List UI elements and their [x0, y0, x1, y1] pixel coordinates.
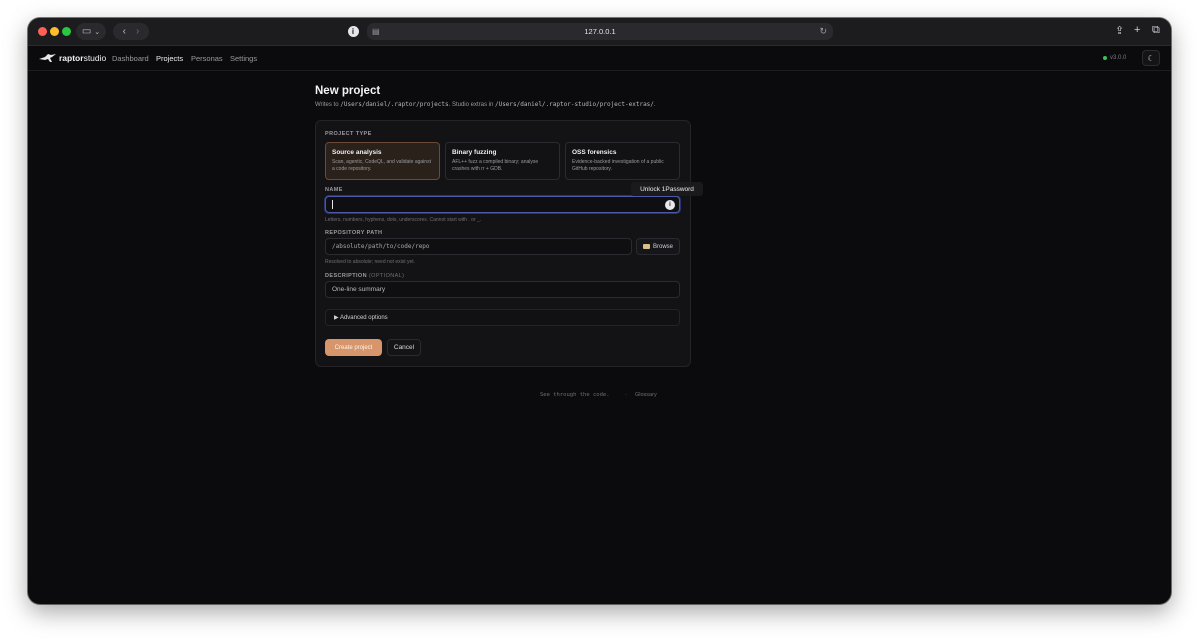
subtitle-prefix: Writes to [315, 102, 341, 108]
name-input[interactable] [325, 196, 680, 213]
description-label: DESCRIPTION (OPTIONAL) [325, 273, 404, 279]
nav-personas[interactable]: Personas [191, 54, 223, 63]
project-type-oss-forensics[interactable]: OSS forensics Evidence-backed investigat… [565, 142, 680, 180]
forward-icon[interactable]: › [136, 26, 139, 37]
create-project-button[interactable]: Create project [325, 339, 382, 356]
sidebar-toggle-button[interactable]: ▭ ⌄ [76, 23, 106, 40]
status-dot-icon [1103, 56, 1107, 60]
description-placeholder: One-line summary [332, 286, 386, 293]
glossary-link[interactable]: Glossary [635, 392, 657, 398]
page-subtitle: Writes to /Users/daniel/.raptor/projects… [315, 101, 656, 108]
browse-label: Browse [652, 243, 673, 250]
brand-suffix: studio [83, 53, 107, 63]
name-help: Letters, numbers, hyphens, dots, undersc… [325, 217, 482, 223]
maximize-window-button[interactable] [62, 27, 71, 36]
optional-tag: (OPTIONAL) [368, 273, 405, 279]
description-input[interactable]: One-line summary [325, 281, 680, 298]
sidebar-icon: ▭ [81, 26, 92, 37]
project-type-binary-fuzzing[interactable]: Binary fuzzing AFL++ fuzz a compiled bin… [445, 142, 560, 180]
version-text: v3.0.0 [1110, 55, 1127, 61]
subtitle-mid: . Studio extras in [448, 102, 495, 108]
tab-overview-icon[interactable]: ⧉ [1152, 24, 1160, 37]
extras-path: /Users/daniel/.raptor-studio/project-ext… [494, 101, 654, 108]
description-label-text: DESCRIPTION [325, 273, 367, 279]
close-window-button[interactable] [38, 27, 47, 36]
subtitle-end: . [653, 102, 656, 108]
type-title: Binary fuzzing [452, 149, 497, 156]
type-title: OSS forensics [572, 149, 617, 156]
back-icon[interactable]: ‹ [123, 26, 126, 37]
type-title: Source analysis [332, 149, 382, 156]
type-desc: Evidence-backed investigation of a publi… [572, 159, 664, 172]
browser-window: ▭ ⌄ ‹ › i ▤ 127.0.0.1 ↻ ⇪ + ⧉ raptorstud… [28, 18, 1171, 604]
reload-icon[interactable]: ↻ [819, 26, 827, 37]
version-badge: v3.0.0 [1103, 55, 1126, 61]
repo-path-label: REPOSITORY PATH [325, 230, 383, 236]
onepassword-inline-icon[interactable]: i [665, 200, 675, 210]
footer-tagline: See through the code. [540, 392, 610, 398]
share-icon[interactable]: ⇪ [1115, 24, 1124, 37]
new-project-form: PROJECT TYPE Source analysis Scan, agent… [315, 120, 691, 367]
url-text: 127.0.0.1 [584, 27, 616, 36]
project-type-label: PROJECT TYPE [325, 131, 372, 137]
type-desc: AFL++ fuzz a compiled binary; analyse cr… [452, 159, 539, 172]
footer-separator: · [625, 392, 627, 398]
repo-path-help: Resolved to absolute; need not exist yet… [325, 259, 416, 265]
project-type-source-analysis[interactable]: Source analysis Scan, agentic, CodeQL, a… [325, 142, 440, 180]
repo-path-placeholder: /absolute/path/to/code/repo [332, 243, 430, 250]
repo-path-input[interactable]: /absolute/path/to/code/repo [325, 238, 632, 255]
history-nav: ‹ › [113, 23, 149, 40]
browse-button[interactable]: Browse [636, 238, 680, 255]
theme-toggle-button[interactable]: ☾ [1142, 50, 1160, 66]
new-tab-icon[interactable]: + [1134, 24, 1140, 36]
address-bar[interactable]: ▤ 127.0.0.1 ↻ [367, 23, 833, 40]
moon-icon: ☾ [1147, 53, 1155, 63]
text-caret [332, 200, 333, 209]
onepassword-tooltip: Unlock 1Password [631, 182, 703, 196]
cancel-button[interactable]: Cancel [387, 339, 421, 356]
chevron-down-icon: ⌄ [94, 28, 101, 36]
brand-name[interactable]: raptorstudio [59, 53, 106, 63]
browser-toolbar: ▭ ⌄ ‹ › i ▤ 127.0.0.1 ↻ ⇪ + ⧉ [28, 18, 1171, 46]
nav-dashboard[interactable]: Dashboard [112, 54, 149, 63]
minimize-window-button[interactable] [50, 27, 59, 36]
onepassword-icon: i [347, 26, 359, 37]
projects-path: /Users/daniel/.raptor/projects [340, 101, 449, 108]
page-icon: ▤ [372, 27, 380, 36]
app-header: raptorstudio Dashboard Projects Personas… [28, 46, 1171, 71]
folder-icon [642, 244, 650, 249]
nav-settings[interactable]: Settings [230, 54, 257, 63]
nav-projects[interactable]: Projects [156, 54, 183, 63]
name-label: NAME [325, 187, 343, 193]
raptor-logo-icon [39, 54, 56, 62]
brand-prefix: raptor [59, 53, 84, 63]
advanced-options-toggle[interactable]: ▶ Advanced options [325, 309, 680, 326]
type-desc: Scan, agentic, CodeQL, and validate agai… [332, 159, 431, 172]
page-title: New project [315, 85, 381, 97]
onepassword-extension-button[interactable]: i [345, 23, 361, 40]
